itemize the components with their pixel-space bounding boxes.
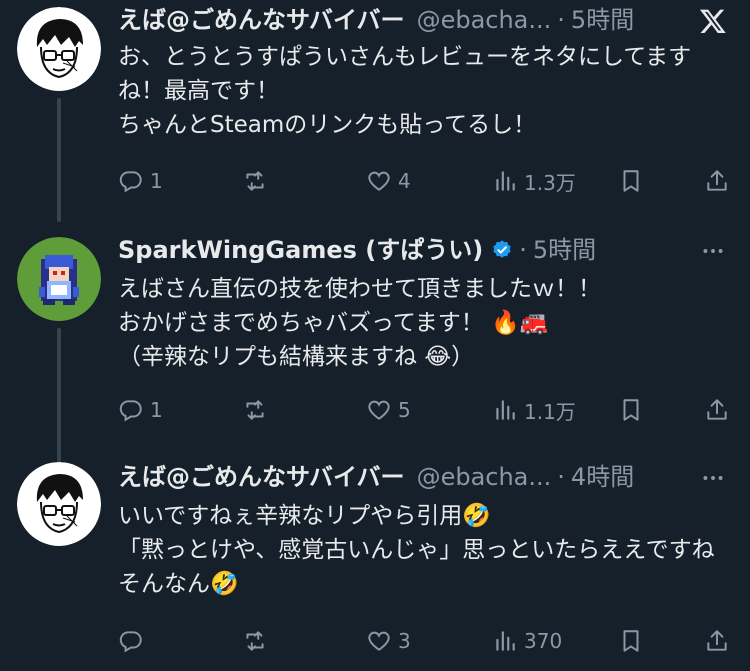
user-handle[interactable]: @ebacha... bbox=[417, 461, 552, 493]
retweet-icon bbox=[242, 168, 268, 194]
retweet-button[interactable] bbox=[242, 621, 274, 661]
display-name[interactable]: えば@ごめんなサバイバー bbox=[118, 461, 405, 493]
bookmark-button[interactable] bbox=[618, 621, 650, 661]
retweet-icon bbox=[242, 397, 268, 423]
tweet-text: えばさん直伝の技を使わせて頂きましたｗ！！ おかげさまでめちゃバズってます！ 🔥… bbox=[118, 276, 601, 370]
tweet[interactable]: えば@ごめんなサバイバー @ebacha... · 4時間 いいですねぇ辛辣なリ… bbox=[0, 455, 750, 671]
avatar[interactable] bbox=[17, 7, 101, 91]
timestamp[interactable]: 5時間 bbox=[533, 234, 596, 266]
retweet-button[interactable] bbox=[242, 390, 274, 430]
retweet-button[interactable] bbox=[242, 161, 274, 201]
bookmark-button[interactable] bbox=[618, 161, 650, 201]
display-name[interactable]: えば@ごめんなサバイバー bbox=[118, 4, 405, 36]
timestamp[interactable]: 5時間 bbox=[571, 4, 634, 36]
user-handle[interactable]: @ebacha... bbox=[417, 4, 552, 36]
display-name[interactable]: SparkWingGames (すぱうい) bbox=[118, 234, 483, 266]
reply-icon bbox=[118, 168, 144, 194]
view-count: 1.3万 bbox=[524, 170, 576, 195]
heart-icon bbox=[366, 397, 392, 423]
verified-badge-icon bbox=[491, 239, 513, 261]
tweet-text: お、とうとうすぱういさんもレビューをネタにしてますね！最高です！ ちゃんとSte… bbox=[118, 44, 692, 138]
heart-icon bbox=[366, 628, 392, 654]
reply-count: 1 bbox=[150, 398, 163, 422]
reply-icon bbox=[118, 397, 144, 423]
share-icon bbox=[704, 168, 730, 194]
tweet[interactable]: えば@ごめんなサバイバー @ebacha... · 5時間 お、とうとうすぱうい… bbox=[0, 0, 750, 220]
reply-button[interactable]: 1 bbox=[118, 390, 163, 430]
more-icon[interactable] bbox=[698, 236, 728, 266]
x-logo-icon bbox=[698, 6, 728, 36]
action-bar: 3 370 bbox=[118, 621, 730, 661]
avatar[interactable] bbox=[17, 237, 101, 321]
more-icon[interactable] bbox=[698, 463, 728, 493]
avatar[interactable] bbox=[17, 462, 101, 546]
bookmark-icon bbox=[618, 397, 644, 423]
action-bar: 1 4 1.3万 bbox=[118, 161, 730, 201]
share-icon bbox=[704, 397, 730, 423]
bookmark-icon bbox=[618, 628, 644, 654]
tweet-header: えば@ごめんなサバイバー @ebacha... · 4時間 bbox=[118, 461, 730, 493]
bookmark-button[interactable] bbox=[618, 390, 650, 430]
like-count: 3 bbox=[398, 629, 411, 653]
tweet-header: SparkWingGames (すぱうい) · 5時間 bbox=[118, 234, 730, 266]
separator-dot: · bbox=[557, 6, 565, 34]
views-icon bbox=[492, 168, 518, 194]
reply-button[interactable] bbox=[118, 621, 150, 661]
timeline: えば@ごめんなサバイバー @ebacha... · 5時間 お、とうとうすぱうい… bbox=[0, 0, 750, 671]
views-icon bbox=[492, 397, 518, 423]
tweet-header: えば@ごめんなサバイバー @ebacha... · 5時間 bbox=[118, 4, 730, 36]
like-count: 4 bbox=[398, 169, 411, 193]
separator-dot: · bbox=[519, 236, 527, 264]
views-button[interactable]: 370 bbox=[492, 621, 562, 661]
tweet[interactable]: SparkWingGames (すぱうい) · 5時間 えばさん直伝の技を使わせ… bbox=[0, 222, 750, 442]
share-button[interactable] bbox=[704, 390, 736, 430]
view-count: 370 bbox=[524, 629, 563, 653]
views-button[interactable]: 1.3万 bbox=[492, 161, 576, 201]
views-icon bbox=[492, 628, 518, 654]
reply-icon bbox=[118, 628, 144, 654]
view-count: 1.1万 bbox=[524, 399, 576, 424]
like-button[interactable]: 3 bbox=[366, 621, 411, 661]
like-button[interactable]: 4 bbox=[366, 161, 411, 201]
separator-dot: · bbox=[557, 463, 565, 491]
heart-icon bbox=[366, 168, 392, 194]
share-button[interactable] bbox=[704, 161, 736, 201]
tweet-text: いいですねぇ辛辣なリプやら引用🤣 「黙っとけや、感覚古いんじゃ」思っといたらええ… bbox=[118, 503, 715, 597]
bookmark-icon bbox=[618, 168, 644, 194]
timestamp[interactable]: 4時間 bbox=[571, 461, 634, 493]
share-icon bbox=[704, 628, 730, 654]
retweet-icon bbox=[242, 628, 268, 654]
like-button[interactable]: 5 bbox=[366, 390, 411, 430]
reply-button[interactable]: 1 bbox=[118, 161, 163, 201]
reply-count: 1 bbox=[150, 169, 163, 193]
like-count: 5 bbox=[398, 398, 411, 422]
action-bar: 1 5 1.1万 bbox=[118, 390, 730, 430]
views-button[interactable]: 1.1万 bbox=[492, 390, 576, 430]
share-button[interactable] bbox=[704, 621, 736, 661]
